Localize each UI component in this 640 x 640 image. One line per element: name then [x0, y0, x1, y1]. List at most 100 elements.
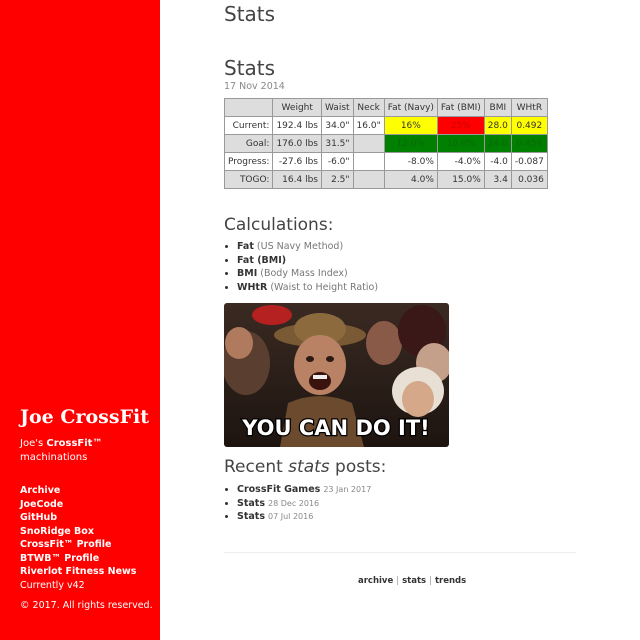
nav-link-archive[interactable]: Archive: [20, 484, 136, 498]
table-row-goal: Goal: 176.0 lbs 31.5" 12.0% 10.0% 24.0 0…: [223, 134, 548, 153]
nav-link-riverlot-news[interactable]: Riverlot Fitness News: [20, 565, 136, 579]
stats-table: Weight Waist Neck Fat (Navy) Fat (BMI) B…: [223, 98, 548, 189]
table-cell: 16.0": [352, 116, 385, 135]
header-cell: Fat (BMI): [436, 98, 485, 117]
site-brand[interactable]: Joe CrossFit: [20, 406, 149, 428]
table-cell: 0.456: [510, 134, 548, 153]
separator: |: [396, 576, 400, 586]
sidebar-nav: Archive JoeCode GitHub SnoRidge Box Cros…: [20, 484, 136, 592]
table-header-row: Weight Waist Neck Fat (Navy) Fat (BMI) B…: [223, 98, 548, 117]
list-item: Stats 07 Jul 2016: [237, 510, 371, 524]
calc-link-whtr[interactable]: WHtR: [237, 282, 267, 293]
recent-post-date: 28 Dec 2016: [268, 498, 320, 508]
header-cell: WHtR: [510, 98, 548, 117]
table-cell: 3.4: [483, 170, 512, 189]
recent-post-link[interactable]: CrossFit Games: [237, 484, 320, 495]
tagline-prefix: Joe's: [20, 438, 47, 449]
list-item: BMI (Body Mass Index): [237, 267, 378, 281]
row-label: Current:: [223, 116, 274, 135]
version-label: Currently v42: [20, 579, 85, 591]
separator: |: [429, 576, 432, 586]
table-cell: 10.0%: [436, 134, 485, 153]
nav-link-joecode[interactable]: JoeCode: [20, 498, 136, 512]
header-cell: Neck: [352, 98, 385, 117]
calc-link-fat-bmi[interactable]: Fat (BMI): [237, 255, 286, 266]
table-row-togo: TOGO: 16.4 lbs 2.5" 4.0% 15.0% 3.4 0.036: [223, 170, 548, 189]
table-cell: -8.0%: [383, 152, 438, 171]
table-cell: 0.036: [510, 170, 548, 189]
table-cell: 34.0": [320, 116, 354, 135]
table-cell: 16.4 lbs: [272, 170, 322, 189]
calc-link-fat[interactable]: Fat: [237, 241, 254, 252]
recent-suffix: posts:: [329, 457, 387, 477]
calc-link-bmi[interactable]: BMI: [237, 268, 257, 279]
table-row-progress: Progress: -27.6 lbs -6.0" -8.0% -4.0% -4…: [223, 152, 548, 171]
nav-link-crossfit-profile[interactable]: CrossFit™ Profile: [20, 538, 136, 552]
post-date: 17 Nov 2014: [224, 81, 285, 92]
table-cell: 4.0%: [383, 170, 438, 189]
header-cell: Weight: [272, 98, 322, 117]
recent-post-link[interactable]: Stats: [237, 511, 265, 522]
list-item: Stats 28 Dec 2016: [237, 497, 371, 511]
calc-desc: (US Navy Method): [253, 241, 344, 252]
calc-desc: (Body Mass Index): [257, 268, 348, 279]
table-cell: [352, 134, 385, 153]
sidebar: Joe CrossFit Joe's CrossFit™ machination…: [0, 0, 160, 640]
table-cell: 12.0%: [383, 134, 438, 153]
tagline-bold: CrossFit™: [46, 438, 103, 449]
table-cell: 16%: [383, 116, 438, 135]
list-item: CrossFit Games 23 Jan 2017: [237, 483, 371, 497]
meme-illustration: YOU CAN DO IT!: [224, 303, 449, 447]
list-item: Fat (US Navy Method): [237, 240, 378, 254]
calculations-heading: Calculations:: [224, 215, 334, 235]
calculations-list: Fat (US Navy Method) Fat (BMI) BMI (Body…: [224, 240, 378, 294]
table-cell: 28.0: [483, 116, 512, 135]
table-cell: 24.0: [483, 134, 512, 153]
recent-posts-list: CrossFit Games 23 Jan 2017 Stats 28 Dec …: [224, 483, 371, 524]
table-cell: 25%: [436, 116, 485, 135]
footer-link-stats[interactable]: stats: [402, 576, 426, 586]
table-cell: 0.492: [510, 116, 548, 135]
header-cell: [223, 98, 274, 117]
table-cell: 192.4 lbs: [272, 116, 322, 135]
list-item: Fat (BMI): [237, 254, 378, 268]
table-cell: 2.5": [320, 170, 354, 189]
footer-nav: archive | stats | trends: [358, 576, 466, 586]
header-cell: BMI: [483, 98, 512, 117]
footer-link-archive[interactable]: archive: [358, 576, 393, 586]
table-cell: -4.0%: [436, 152, 485, 171]
page-title[interactable]: Stats: [224, 2, 275, 26]
list-item: WHtR (Waist to Height Ratio): [237, 281, 378, 295]
nav-link-snoridge-box[interactable]: SnoRidge Box: [20, 525, 136, 539]
recent-prefix: Recent: [224, 457, 289, 477]
recent-post-date: 07 Jul 2016: [268, 512, 314, 521]
row-label: Progress:: [223, 152, 274, 171]
post-title: Stats: [224, 56, 276, 80]
row-label: Goal:: [223, 134, 274, 153]
table-cell: 176.0 lbs: [272, 134, 322, 153]
nav-link-github[interactable]: GitHub: [20, 511, 136, 525]
copyright: © 2017. All rights reserved.: [20, 600, 153, 611]
recent-post-date: 23 Jan 2017: [323, 485, 372, 494]
table-cell: -27.6 lbs: [272, 152, 322, 171]
divider: [224, 552, 576, 553]
tagline-suffix: machinations: [20, 452, 88, 463]
footer-link-trends[interactable]: trends: [435, 576, 466, 586]
meme-caption: YOU CAN DO IT!: [241, 416, 430, 440]
table-cell: [352, 170, 385, 189]
row-label: TOGO:: [223, 170, 274, 189]
table-cell: -0.087: [510, 152, 548, 171]
table-cell: 31.5": [320, 134, 354, 153]
recent-em: stats: [288, 457, 330, 477]
table-row-current: Current: 192.4 lbs 34.0" 16.0" 16% 25% 2…: [223, 116, 548, 135]
tagline: Joe's CrossFit™ machinations: [20, 437, 140, 465]
table-cell: [352, 152, 385, 171]
table-cell: -6.0": [320, 152, 354, 171]
table-cell: -4.0: [483, 152, 512, 171]
recent-post-link[interactable]: Stats: [237, 498, 265, 509]
recent-posts-heading: Recent stats posts:: [224, 457, 386, 477]
calc-desc: (Waist to Height Ratio): [267, 281, 379, 293]
nav-link-btwb-profile[interactable]: BTWB™ Profile: [20, 552, 136, 566]
meme-image: YOU CAN DO IT!: [224, 303, 449, 447]
header-cell: Fat (Navy): [383, 98, 438, 117]
